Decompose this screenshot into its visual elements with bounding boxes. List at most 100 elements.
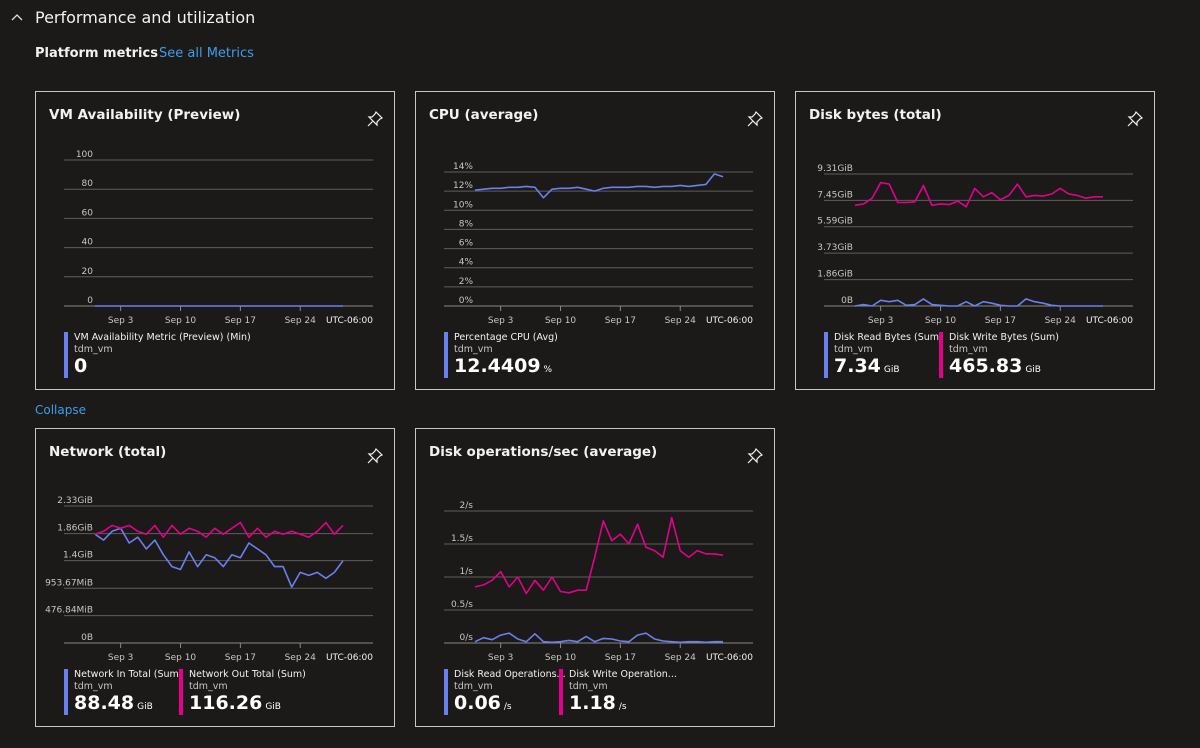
legend-value: 116.26: [189, 692, 263, 714]
y-tick-label: 0%: [459, 296, 474, 306]
legend-item[interactable]: Disk Read Operations... tdm_vm 0.06/s: [444, 669, 566, 715]
legend-value: 465.83: [949, 355, 1023, 377]
timezone-label: UTC-06:00: [326, 316, 373, 326]
chart-plot: 0 20 40 60 80 100 Sep 3 Sep 10 Sep 17 Sep 24 UTC-0…: [64, 150, 373, 326]
y-tick-label: 3.73GiB: [817, 243, 853, 253]
y-tick-label: 0: [87, 296, 93, 306]
y-tick-label: 0/s: [460, 633, 474, 643]
collapse-link[interactable]: Collapse: [35, 403, 86, 417]
x-tick-label: Sep 17: [605, 653, 636, 663]
legend-color-bar: [559, 669, 563, 715]
y-tick-label: 7.45GiB: [817, 190, 853, 200]
x-tick-label: Sep 24: [285, 653, 317, 663]
pin-icon[interactable]: [746, 110, 764, 128]
legend-resource-name: tdm_vm: [454, 344, 493, 355]
pin-icon[interactable]: [366, 447, 384, 465]
legend-item[interactable]: Network Out Total (Sum) tdm_vm 116.26 GiB: [179, 669, 306, 715]
y-tick-label: 0B: [841, 296, 853, 306]
y-tick-label: 1.4GiB: [63, 551, 93, 561]
legend-metric-name: Network Out Total (Sum): [189, 669, 306, 680]
legend-resource-name: tdm_vm: [74, 344, 113, 355]
legend-metric-name: Disk Read Operations...: [454, 669, 566, 680]
chart-title: CPU (average): [429, 107, 539, 123]
series-line-secondary[interactable]: [854, 181, 1103, 208]
legend-color-bar: [64, 332, 68, 378]
legend-color-bar: [939, 332, 943, 378]
legend-resource-name: tdm_vm: [74, 681, 113, 692]
y-tick-label: 100: [76, 150, 93, 160]
legend-unit: GiB: [137, 702, 153, 712]
legend-item[interactable]: Percentage CPU (Avg) tdm_vm 12.4409%: [444, 332, 558, 378]
series-line-primary[interactable]: [94, 527, 344, 588]
chart-plot: 0/s 0.5/s 1/s 1.5/s 2/s Sep 3 Sep 10 Sep 17 Sep …: [444, 501, 753, 663]
legend-item[interactable]: Disk Read Bytes (Sum) tdm_vm 7.34 GiB: [824, 332, 943, 378]
chart-plot: 0B 476.84MiB 953.67MiB 1.4GiB 1.86GiB 2.33GiB…: [45, 496, 373, 663]
legend-resource-name: tdm_vm: [569, 681, 608, 692]
y-tick-label: 0B: [81, 633, 93, 643]
legend-item[interactable]: Network In Total (Sum) tdm_vm 88.48 GiB: [64, 669, 182, 715]
legend-value: 0.06: [454, 692, 501, 714]
legend-resource-name: tdm_vm: [189, 681, 228, 692]
vm-availability-chart-card[interactable]: 0 20 40 60 80 100 Sep 3 Sep 10 Sep 17 Sep 24 UTC-0…: [35, 91, 395, 390]
chart-title: Disk operations/sec (average): [429, 444, 658, 460]
legend-value: 1.18: [569, 692, 616, 714]
legend-metric-name: Network In Total (Sum): [74, 669, 183, 680]
legend-unit: GiB: [265, 702, 281, 712]
legend-resource-name: tdm_vm: [454, 681, 493, 692]
legend-color-bar: [179, 669, 183, 715]
legend-unit: GiB: [883, 365, 900, 375]
legend-value: 0: [74, 355, 88, 377]
y-tick-label: 0.5/s: [451, 600, 473, 610]
legend-color-bar: [824, 332, 828, 378]
network-chart-card[interactable]: 0B 476.84MiB 953.67MiB 1.4GiB 1.86GiB 2.33GiB…: [35, 428, 395, 727]
section-title: Performance and utilization: [35, 8, 256, 27]
x-tick-label: Sep 3: [868, 316, 894, 326]
x-tick-label: Sep 10: [545, 653, 577, 663]
y-tick-label: 1.86GiB: [57, 524, 93, 534]
timezone-label: UTC-06:00: [706, 316, 753, 326]
x-tick-label: Sep 17: [605, 316, 636, 326]
cpu-chart-card[interactable]: 0% 2% 4% 6% 8% 10% 12% 14% Sep 3 Sep 10 Sep 17 Sep …: [415, 91, 775, 390]
y-tick-label: 2.33GiB: [57, 496, 93, 506]
y-tick-label: 60: [82, 208, 94, 218]
legend-item[interactable]: Disk Write Bytes (Sum) tdm_vm 465.83 GiB: [939, 332, 1059, 378]
series-line-primary[interactable]: [854, 298, 1103, 307]
y-tick-label: 80: [82, 179, 94, 189]
y-tick-label: 12%: [453, 181, 473, 191]
legend-color-bar: [64, 669, 68, 715]
timezone-label: UTC-06:00: [326, 653, 373, 663]
chevron-up-icon[interactable]: [10, 10, 24, 24]
legend-item[interactable]: Disk Write Operation... tdm_vm 1.18/s: [559, 669, 677, 715]
pin-icon[interactable]: [746, 447, 764, 465]
pin-icon[interactable]: [1126, 110, 1144, 128]
x-tick-label: Sep 3: [108, 653, 134, 663]
y-tick-label: 2%: [459, 277, 474, 287]
x-tick-label: Sep 24: [665, 316, 697, 326]
disk-operations-chart-card[interactable]: 0/s 0.5/s 1/s 1.5/s 2/s Sep 3 Sep 10 Sep 17 Sep …: [415, 428, 775, 727]
legend-unit: %: [543, 365, 553, 375]
series-line-secondary[interactable]: [94, 521, 344, 538]
series-line-primary[interactable]: [474, 632, 723, 644]
y-tick-label: 1.86GiB: [817, 270, 853, 280]
legend-item[interactable]: VM Availability Metric (Preview) (Min) t…: [64, 332, 251, 378]
x-tick-label: Sep 10: [925, 316, 957, 326]
legend-metric-name: Disk Write Operation...: [569, 669, 677, 680]
y-tick-label: 1/s: [460, 567, 474, 577]
y-tick-label: 953.67MiB: [45, 578, 93, 588]
y-tick-label: 14%: [453, 162, 473, 172]
legend-value: 7.34: [834, 355, 881, 377]
x-tick-label: Sep 10: [165, 316, 197, 326]
timezone-label: UTC-06:00: [706, 653, 753, 663]
legend-unit: /s: [503, 702, 512, 712]
series-line-secondary[interactable]: [474, 516, 724, 595]
pin-icon[interactable]: [366, 110, 384, 128]
y-tick-label: 1.5/s: [451, 534, 473, 544]
chart-plot: 0% 2% 4% 6% 8% 10% 12% 14% Sep 3 Sep 10 Sep 17 Sep …: [444, 162, 753, 326]
legend-metric-name: Disk Write Bytes (Sum): [949, 332, 1059, 343]
disk-bytes-chart-card[interactable]: 0B 1.86GiB 3.73GiB 5.59GiB 7.45GiB 9.31GiB Sep…: [795, 91, 1155, 390]
x-tick-label: Sep 17: [225, 316, 256, 326]
see-all-metrics-link[interactable]: See all Metrics: [159, 46, 254, 61]
legend-value: 12.4409: [454, 355, 541, 377]
series-line-primary[interactable]: [474, 173, 724, 199]
y-tick-label: 5.59GiB: [817, 217, 853, 227]
